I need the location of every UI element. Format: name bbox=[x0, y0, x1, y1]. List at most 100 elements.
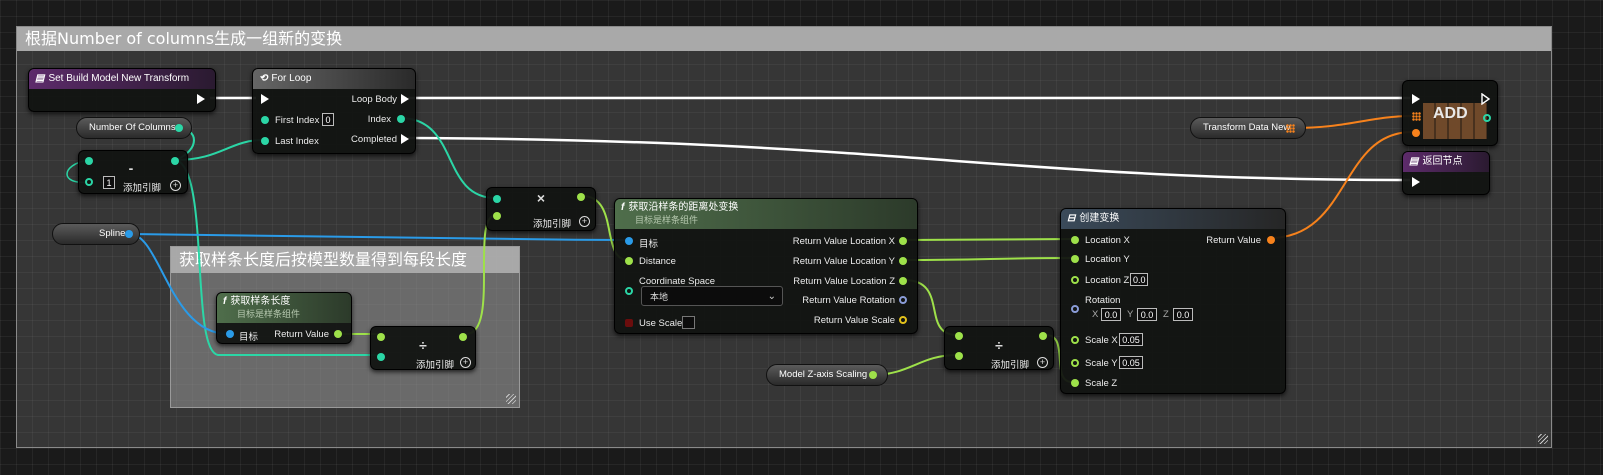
scale-y-pin[interactable] bbox=[1071, 359, 1079, 367]
get-transform-header[interactable]: f 获取沿样条的距离处变换 目标是样条组件 bbox=[615, 199, 917, 229]
divide-symbol: ÷ bbox=[995, 337, 1003, 353]
multiply-in-b-pin[interactable] bbox=[493, 212, 501, 220]
divide-out-pin[interactable] bbox=[459, 333, 467, 341]
return-value-label: Return Value bbox=[274, 329, 329, 340]
divide-symbol: ÷ bbox=[419, 337, 427, 353]
set-transform-node[interactable]: ▤ Set Build Model New Transform bbox=[28, 68, 216, 112]
get-spline-length-header[interactable]: f 获取样条长度 目标是样条组件 bbox=[217, 293, 351, 323]
multiply-in-a-pin[interactable] bbox=[493, 195, 501, 203]
exec-out-pin[interactable] bbox=[1481, 93, 1491, 105]
location-x-label: Location X bbox=[1085, 235, 1130, 246]
location-z-pin[interactable] bbox=[1071, 276, 1079, 284]
scale-y-input[interactable]: 0.05 bbox=[1119, 356, 1143, 369]
completed-label: Completed bbox=[351, 134, 397, 145]
subtract-b-input[interactable]: 1 bbox=[103, 176, 115, 189]
return-location-x-pin[interactable] bbox=[899, 237, 907, 245]
rotation-pin[interactable] bbox=[1071, 305, 1079, 313]
subtract-in-b-pin[interactable] bbox=[85, 178, 93, 186]
first-index-pin[interactable] bbox=[261, 116, 269, 124]
last-index-label: Last Index bbox=[275, 136, 319, 147]
divide-add-pin-label[interactable]: 添加引脚 bbox=[991, 357, 1029, 371]
variable-set-icon: ▤ bbox=[35, 73, 45, 84]
subtract-add-pin-label[interactable]: 添加引脚 bbox=[123, 180, 161, 194]
rot-x-input[interactable]: 0.0 bbox=[1101, 308, 1121, 321]
add-pin-icon[interactable]: + bbox=[1037, 357, 1048, 368]
first-index-input[interactable]: 0 bbox=[322, 113, 334, 126]
divide-in-b-pin[interactable] bbox=[377, 353, 385, 361]
get-spline-length-node[interactable]: f 获取样条长度 目标是样条组件 目标 Return Value bbox=[216, 292, 352, 344]
subtract-out-pin[interactable] bbox=[171, 157, 179, 165]
multiply-node[interactable]: × 添加引脚 + bbox=[486, 187, 596, 231]
exec-out-pin[interactable] bbox=[197, 94, 205, 104]
item-in-pin[interactable] bbox=[1412, 129, 1420, 137]
return-rotation-pin[interactable] bbox=[899, 296, 907, 304]
add-pin-icon[interactable]: + bbox=[579, 216, 590, 227]
array-add-node[interactable]: ADD bbox=[1402, 80, 1498, 146]
target-pin[interactable] bbox=[625, 237, 633, 245]
return-location-y-pin[interactable] bbox=[899, 257, 907, 265]
number-of-columns-node[interactable]: Number Of Columns bbox=[76, 117, 192, 139]
location-x-pin[interactable] bbox=[1071, 236, 1079, 244]
model-z-scaling-pin[interactable] bbox=[869, 371, 877, 379]
divide-in-a-pin[interactable] bbox=[955, 332, 963, 340]
divide-add-pin-label[interactable]: 添加引脚 bbox=[416, 357, 454, 371]
array-in-pin[interactable] bbox=[1412, 112, 1421, 121]
for-loop-title: For Loop bbox=[271, 73, 312, 84]
divide-node[interactable]: ÷ 添加引脚 + bbox=[370, 326, 476, 371]
return-value-pin[interactable] bbox=[334, 330, 342, 338]
last-index-pin[interactable] bbox=[261, 137, 269, 145]
scale-x-pin[interactable] bbox=[1071, 336, 1079, 344]
rot-y-input[interactable]: 0.0 bbox=[1137, 308, 1157, 321]
use-scale-checkbox[interactable] bbox=[682, 316, 695, 329]
distance-pin[interactable] bbox=[625, 257, 633, 265]
scale-x-input[interactable]: 0.05 bbox=[1119, 333, 1143, 346]
return-value-pin[interactable] bbox=[1267, 236, 1275, 244]
add-pin-icon[interactable]: + bbox=[460, 357, 471, 368]
subtract-node[interactable]: 1 - 添加引脚 + bbox=[78, 150, 188, 194]
scale-z-pin[interactable] bbox=[1071, 379, 1079, 387]
use-scale-pin[interactable] bbox=[625, 319, 633, 327]
get-transform-subtitle: 目标是样条组件 bbox=[635, 215, 699, 225]
use-scale-label: Use Scale bbox=[639, 318, 683, 329]
model-z-scaling-node[interactable]: Model Z-axis Scaling bbox=[766, 364, 888, 386]
for-loop-node[interactable]: ⟲ For Loop First Index 0 Last Index Loop … bbox=[252, 68, 416, 154]
get-transform-at-distance-node[interactable]: f 获取沿样条的距离处变换 目标是样条组件 目标 Distance Coordin… bbox=[614, 198, 918, 334]
return-node[interactable]: ▤ 返回节点 bbox=[1402, 151, 1490, 195]
location-z-input[interactable]: 0.0 bbox=[1130, 273, 1148, 286]
exec-in-pin[interactable] bbox=[1412, 177, 1420, 187]
spline-pin[interactable] bbox=[125, 230, 133, 238]
index-pin[interactable] bbox=[397, 115, 405, 123]
target-pin[interactable] bbox=[226, 330, 234, 338]
coord-space-dropdown[interactable]: 本地 ⌄ bbox=[641, 286, 783, 306]
rot-z-input[interactable]: 0.0 bbox=[1173, 308, 1193, 321]
loop-body-pin[interactable] bbox=[401, 94, 409, 104]
completed-pin[interactable] bbox=[401, 134, 409, 144]
transform-data-new-node[interactable]: Transform Data New bbox=[1190, 117, 1306, 139]
divide-in-a-pin[interactable] bbox=[377, 333, 385, 341]
return-rotation-label: Return Value Rotation bbox=[802, 295, 895, 306]
scale-x-label: Scale X bbox=[1085, 335, 1118, 346]
scale-y-label: Scale Y bbox=[1085, 358, 1118, 369]
coord-space-pin[interactable] bbox=[625, 287, 633, 295]
spline-node[interactable]: Spline bbox=[52, 223, 140, 245]
divide-node[interactable]: ÷ 添加引脚 + bbox=[944, 326, 1054, 371]
multiply-out-pin[interactable] bbox=[577, 193, 585, 201]
divide-in-b-pin[interactable] bbox=[955, 352, 963, 360]
set-transform-header[interactable]: ▤ Set Build Model New Transform bbox=[29, 69, 215, 89]
subtract-in-a-pin[interactable] bbox=[85, 157, 93, 165]
for-loop-header[interactable]: ⟲ For Loop bbox=[253, 69, 415, 89]
add-pin-icon[interactable]: + bbox=[170, 180, 181, 191]
number-of-columns-pin[interactable] bbox=[175, 124, 183, 132]
location-y-pin[interactable] bbox=[1071, 255, 1079, 263]
multiply-add-pin-label[interactable]: 添加引脚 bbox=[533, 216, 571, 230]
exec-in-pin[interactable] bbox=[261, 94, 269, 104]
exec-in-pin[interactable] bbox=[1412, 94, 1420, 104]
make-transform-node[interactable]: ⊟ 创建变换 Location X Location Y Location Z 0… bbox=[1060, 208, 1286, 394]
divide-out-pin[interactable] bbox=[1039, 332, 1047, 340]
make-transform-header[interactable]: ⊟ 创建变换 bbox=[1061, 209, 1285, 229]
return-node-header[interactable]: ▤ 返回节点 bbox=[1403, 152, 1489, 172]
index-out-pin[interactable] bbox=[1483, 114, 1491, 122]
return-scale-pin[interactable] bbox=[899, 316, 907, 324]
array-pin-icon[interactable] bbox=[1286, 124, 1295, 133]
return-location-z-pin[interactable] bbox=[899, 277, 907, 285]
